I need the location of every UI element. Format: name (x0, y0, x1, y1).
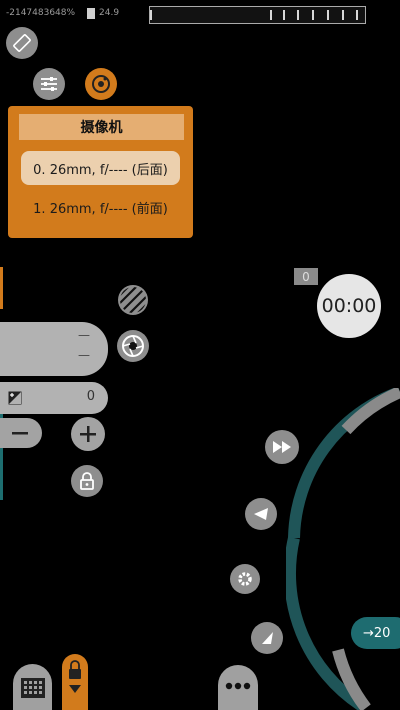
gallery-tab-button[interactable] (13, 664, 52, 710)
rotate-lock-button[interactable] (6, 27, 38, 59)
left-accent-strip (0, 267, 3, 309)
record-timer: 00:00 (317, 274, 381, 338)
lock-exposure-button[interactable] (71, 465, 103, 497)
exposure-value: 0 (86, 389, 95, 404)
value-pill[interactable]: — — (0, 322, 108, 376)
settings-button[interactable] (33, 68, 65, 100)
level-tick (297, 10, 299, 20)
stripes-icon (120, 287, 146, 313)
lock-tab-button[interactable] (62, 654, 88, 710)
zoom-label: →2 (363, 625, 383, 641)
zoom-out-button[interactable] (0, 418, 42, 448)
zoom-suffix: 0 (382, 625, 391, 641)
level-tick (270, 10, 272, 20)
lens-icon (92, 75, 110, 93)
camera-panel-title: 摄像机 (19, 114, 184, 140)
arrow-down-icon (69, 685, 81, 693)
more-dots-icon (225, 682, 251, 690)
fast-forward-button[interactable] (265, 430, 299, 464)
flash-mode-button[interactable] (251, 622, 283, 654)
grid-icon (21, 678, 45, 698)
photo-counter-badge: 0 (294, 268, 318, 285)
camera-selector-panel: 摄像机 0. 26mm, f/---- (后面) 1. 26mm, f/----… (8, 106, 193, 238)
minus-icon (12, 432, 28, 435)
camera-option-back[interactable]: 0. 26mm, f/---- (后面) (21, 151, 180, 185)
triangle-up-icon (262, 632, 273, 644)
focus-mode-button[interactable] (245, 498, 277, 530)
plus-icon (80, 426, 96, 442)
lock-icon (80, 472, 94, 490)
status-left-text: -2147483648% (6, 8, 76, 18)
shutter-dial-ring[interactable] (286, 388, 400, 710)
value-line-2: — (78, 348, 90, 362)
rotate-icon (13, 34, 31, 52)
zoom-level-badge[interactable]: →2 0 (351, 617, 400, 649)
zoom-in-button[interactable] (71, 417, 105, 451)
level-tick (283, 10, 285, 20)
sliders-icon (41, 77, 57, 91)
level-tick (312, 10, 314, 20)
more-options-button[interactable] (218, 665, 258, 710)
triangle-left-icon (254, 508, 268, 520)
exposure-icon (8, 391, 22, 405)
aperture-icon (122, 335, 144, 357)
level-tick (327, 10, 329, 20)
camera-option-front[interactable]: 1. 26mm, f/---- (前面) (21, 190, 180, 224)
aperture-button[interactable] (117, 330, 149, 362)
lock-icon (69, 660, 81, 679)
level-tick (356, 10, 358, 20)
level-indicator-bar (149, 6, 366, 24)
fast-forward-icon (273, 441, 291, 453)
level-tick (150, 10, 152, 20)
gear-icon (238, 572, 252, 586)
level-tick (342, 10, 344, 20)
battery-icon (87, 8, 95, 19)
zebra-stripes-button[interactable] (118, 285, 148, 315)
camera-switch-button[interactable] (85, 68, 117, 100)
battery-text: 24.9 (99, 8, 120, 18)
value-line-1: — (78, 328, 90, 342)
camera-settings-button[interactable] (230, 564, 260, 594)
exposure-pill[interactable]: 0 (0, 382, 108, 414)
